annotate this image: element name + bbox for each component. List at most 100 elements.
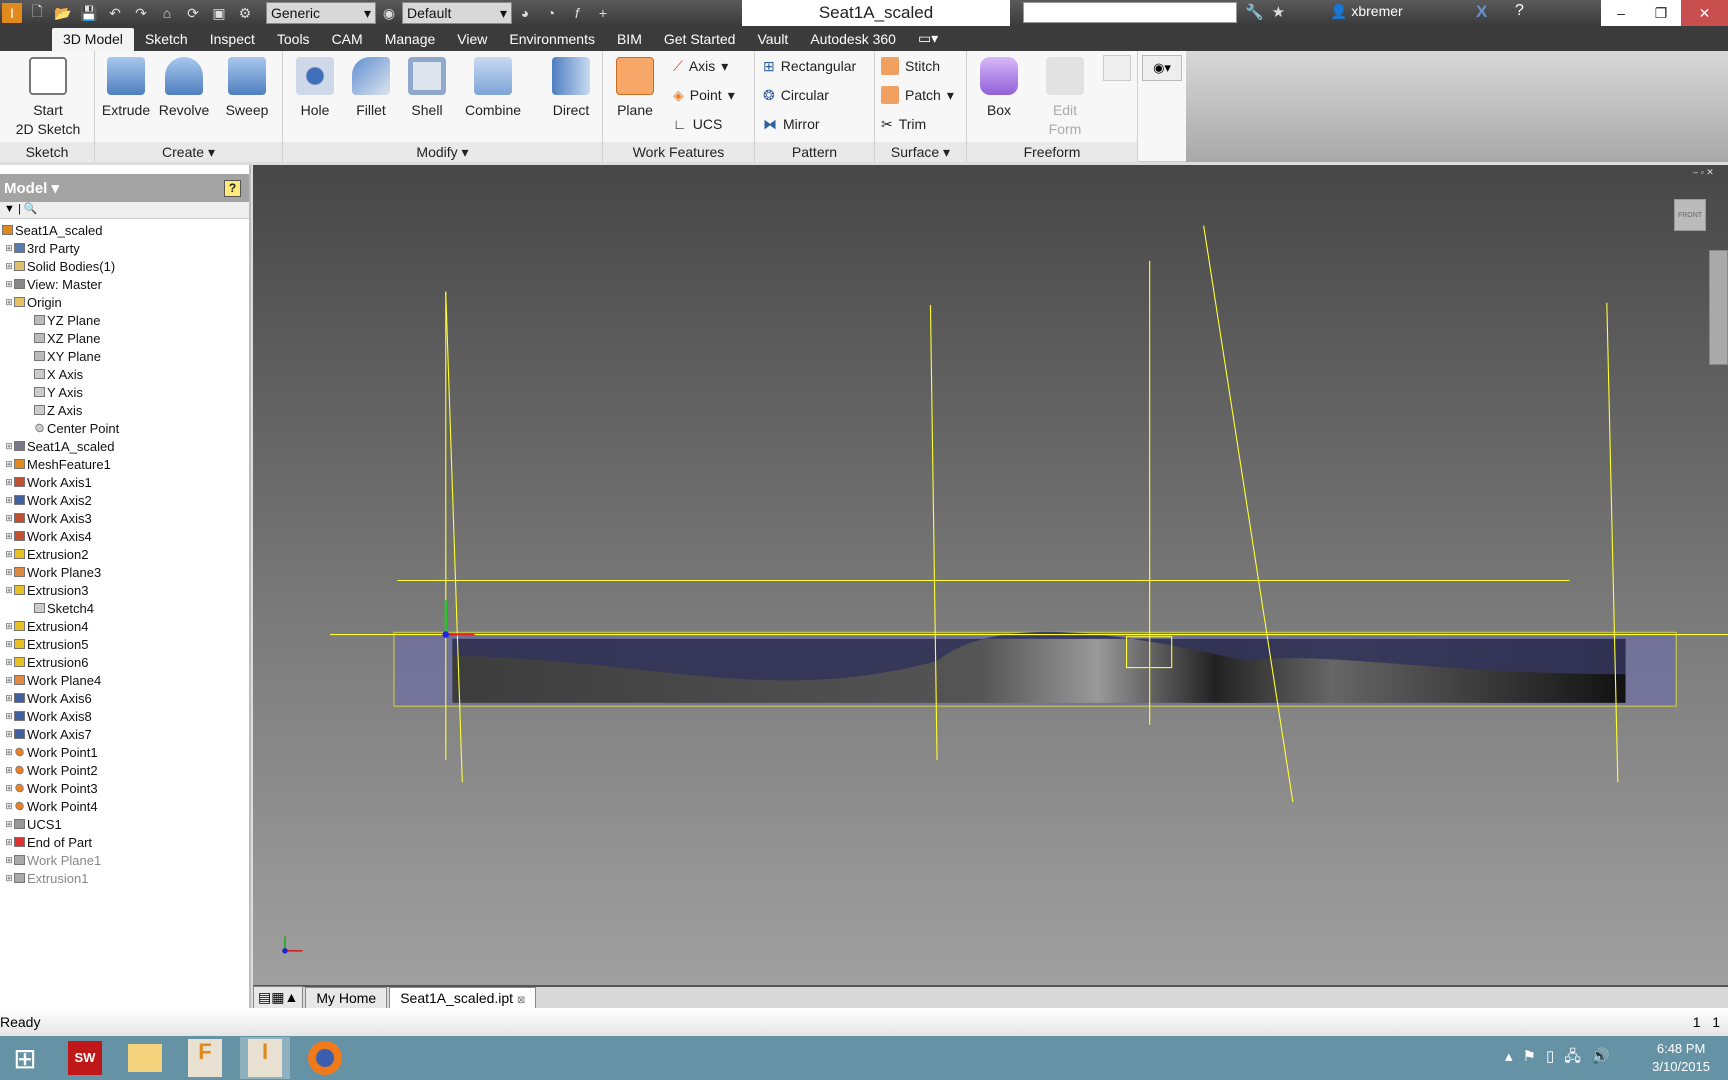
viewport-window-controls[interactable]: – ▫ ✕	[1693, 167, 1714, 178]
tree-item[interactable]: ⊞ Extrusion1	[0, 869, 249, 887]
inventor-icon[interactable]: I	[240, 1037, 290, 1079]
file-explorer-icon[interactable]	[120, 1037, 170, 1079]
open-icon[interactable]: 📂	[52, 3, 74, 23]
tab-vault[interactable]: Vault	[746, 28, 799, 51]
fx-icon[interactable]: f	[566, 3, 588, 23]
expand-icon[interactable]: ⊞	[4, 459, 14, 470]
expand-icon[interactable]: ⊞	[4, 675, 14, 686]
app-menu-button[interactable]: I	[2, 3, 22, 23]
tree-item[interactable]: ⊞ Extrusion6	[0, 653, 249, 671]
tree-item[interactable]: ⊞ Work Point3	[0, 779, 249, 797]
expand-icon[interactable]: ⊞	[4, 747, 14, 758]
expand-icon[interactable]: ⊞	[4, 261, 14, 272]
edit-form-button[interactable]: Edit Form	[1037, 53, 1093, 139]
expand-icon[interactable]: ⊞	[4, 513, 14, 524]
minimize-button[interactable]: –	[1601, 0, 1641, 26]
tab-get-started[interactable]: Get Started	[653, 28, 747, 51]
close-tab-icon[interactable]: ⊠	[517, 995, 525, 1006]
help-search-input[interactable]	[1023, 2, 1237, 23]
expand-icon[interactable]: ⊞	[4, 279, 14, 290]
plus-icon[interactable]: +	[592, 3, 614, 23]
expand-icon[interactable]: ⊞	[4, 639, 14, 650]
tree-item[interactable]: Sketch4	[0, 599, 249, 617]
tree-item[interactable]: ⊞ Work Axis3	[0, 509, 249, 527]
tree-item[interactable]: ⊞ 3rd Party	[0, 239, 249, 257]
ucs-button[interactable]: ∟ UCS	[673, 113, 722, 135]
tree-item[interactable]: ⊞ Extrusion2	[0, 545, 249, 563]
clear-icon[interactable]: ◔	[540, 3, 562, 23]
expand-icon[interactable]: ⊞	[4, 855, 14, 866]
tab-autodesk-360[interactable]: Autodesk 360	[799, 28, 907, 51]
material-dropdown[interactable]: Generic ▾	[266, 2, 376, 24]
user-account[interactable]: 👤 xbremer	[1330, 3, 1403, 20]
tree-item[interactable]: ⊞ Solid Bodies(1)	[0, 257, 249, 275]
expand-icon[interactable]: ⊞	[4, 477, 14, 488]
clock[interactable]: 6:48 PM 3/10/2015	[1652, 1040, 1710, 1076]
tree-item[interactable]: Z Axis	[0, 401, 249, 419]
tree-item[interactable]: XY Plane	[0, 347, 249, 365]
expand-icon[interactable]: ⊞	[4, 873, 14, 884]
tree-item[interactable]: ⊞ Seat1A_scaled	[0, 437, 249, 455]
extrude-button[interactable]: Extrude	[98, 53, 154, 120]
expand-icon[interactable]: ⊞	[4, 243, 14, 254]
expand-icon[interactable]: ⊞	[4, 783, 14, 794]
expand-icon[interactable]: ⊞	[4, 567, 14, 578]
model-canvas[interactable]	[253, 165, 1728, 985]
system-tray-icons[interactable]: ▴⚑▯🖧🔊	[1505, 1046, 1620, 1071]
tree-item[interactable]: Center Point	[0, 419, 249, 437]
patch-button[interactable]: Patch ▾	[881, 84, 954, 106]
sweep-button[interactable]: Sweep	[217, 53, 277, 120]
tree-item[interactable]: ⊞ Work Axis6	[0, 689, 249, 707]
revolve-button[interactable]: Revolve	[154, 53, 214, 120]
tree-item[interactable]: ⊞ Origin	[0, 293, 249, 311]
expand-icon[interactable]: ⊞	[4, 837, 14, 848]
tree-item[interactable]: Seat1A_scaled	[0, 221, 249, 239]
start-2d-sketch-button[interactable]: Start 2D Sketch	[8, 53, 88, 139]
panel-options-icon[interactable]: ▭▾	[907, 27, 949, 51]
filter-icon[interactable]: ▼	[4, 203, 15, 215]
find-icon[interactable]: 🔍	[24, 203, 38, 215]
tree-item[interactable]: XZ Plane	[0, 329, 249, 347]
expand-icon[interactable]: ⊞	[4, 711, 14, 722]
panel-label-create[interactable]: Create ▾	[95, 142, 282, 162]
tab-bim[interactable]: BIM	[606, 28, 653, 51]
mirror-button[interactable]: ⧓ Mirror	[763, 113, 820, 135]
expand-icon[interactable]: ⊞	[4, 495, 14, 506]
tab-view[interactable]: View	[446, 28, 498, 51]
appearance-dropdown[interactable]: Default ▾	[402, 2, 512, 24]
exchange-icon[interactable]: X	[1476, 2, 1487, 22]
help-icon[interactable]: ?	[224, 179, 241, 197]
expand-icon[interactable]: ⊞	[4, 819, 14, 830]
point-button[interactable]: ◈ Point ▾	[673, 84, 735, 106]
browser-header[interactable]: Model ▾?	[0, 174, 249, 202]
expand-icon[interactable]: ⊞	[4, 549, 14, 560]
tab-sketch[interactable]: Sketch	[134, 28, 199, 51]
direct-button[interactable]: Direct	[543, 53, 599, 120]
combine-button[interactable]: Combine	[461, 53, 525, 120]
rectangular-pattern-button[interactable]: ⊞ Rectangular	[763, 55, 856, 77]
expand-icon[interactable]: ⊞	[4, 531, 14, 542]
view-cube[interactable]: FRONT	[1674, 199, 1706, 231]
solidworks-icon[interactable]: SW	[60, 1037, 110, 1079]
hole-button[interactable]: Hole	[287, 53, 343, 120]
tree-item[interactable]: ⊞ Work Point2	[0, 761, 249, 779]
save-icon[interactable]: 💾	[78, 3, 100, 23]
axis-button[interactable]: ⟋ Axis ▾	[673, 55, 728, 77]
tab-environments[interactable]: Environments	[498, 28, 606, 51]
tree-item[interactable]: ⊞ Work Plane4	[0, 671, 249, 689]
windows-start-icon[interactable]: ⊞	[0, 1037, 50, 1079]
tree-item[interactable]: ⊞ MeshFeature1	[0, 455, 249, 473]
expand-icon[interactable]: ⊞	[4, 585, 14, 596]
tree-item[interactable]: ⊞ View: Master	[0, 275, 249, 293]
expand-icon[interactable]: ⊞	[4, 441, 14, 452]
select-icon[interactable]: ▣	[208, 3, 230, 23]
box-button[interactable]: Box	[971, 53, 1027, 120]
tab-tools[interactable]: Tools	[266, 28, 321, 51]
new-icon[interactable]: 🗋	[26, 3, 48, 23]
undo-icon[interactable]: ↶	[104, 3, 126, 23]
shell-button[interactable]: Shell	[399, 53, 455, 120]
redo-icon[interactable]: ↷	[130, 3, 152, 23]
tab-3d-model[interactable]: 3D Model	[52, 28, 134, 51]
tree-item[interactable]: YZ Plane	[0, 311, 249, 329]
tree-item[interactable]: ⊞ Work Axis2	[0, 491, 249, 509]
